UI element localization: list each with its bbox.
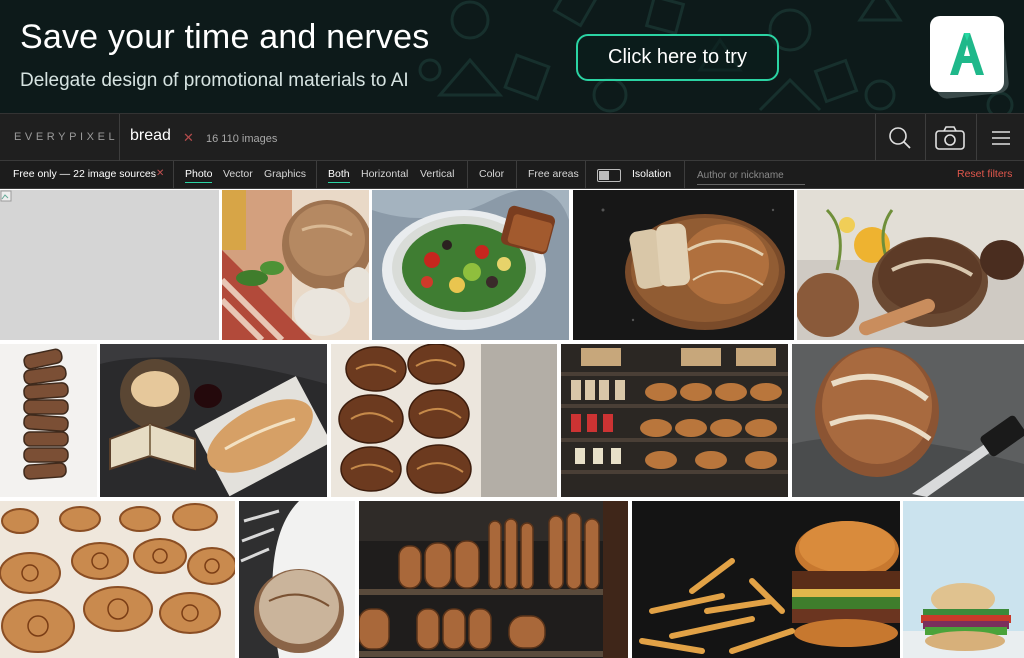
logo-card [930,16,1004,92]
result-image-bakery-shelves[interactable] [561,344,788,497]
top-navigation: EVERYPIXEL bread ✕ 16 110 images [0,113,1024,162]
author-input[interactable] [697,166,805,185]
filter-horizontal[interactable]: Horizontal [361,168,408,180]
app-logo[interactable] [928,14,1010,100]
result-image-salad[interactable] [372,190,569,340]
menu-icon[interactable] [977,114,1024,162]
result-count: 16 110 images [206,133,278,145]
result-image-round-loaf[interactable] [239,501,355,658]
logo-a-icon [950,33,984,75]
result-image-cinnamon-rolls[interactable] [0,501,235,658]
result-image-braided-buns[interactable] [331,344,557,497]
filter-free-areas[interactable]: Free areas [528,168,579,180]
filter-color[interactable]: Color [479,168,504,180]
filter-vector[interactable]: Vector [223,168,253,180]
result-image-sourdough-knife[interactable] [792,344,1024,497]
result-image-burger-fries[interactable] [632,501,900,658]
try-button[interactable]: Click here to try [576,34,779,81]
filter-divider [467,161,468,189]
filter-vertical[interactable]: Vertical [420,168,454,180]
result-image-sandwich[interactable] [903,501,1024,658]
search-icon[interactable] [876,114,924,162]
filter-divider [684,161,685,189]
site-logo[interactable]: EVERYPIXEL [14,131,118,143]
free-only-filter[interactable]: Free only — 22 image sources [13,168,156,180]
result-image-bread-book[interactable] [100,344,327,497]
filter-isolation[interactable]: Isolation [632,168,671,180]
filter-both[interactable]: Both [328,168,350,183]
clear-free-only-icon[interactable]: ✕ [156,168,164,179]
clear-search-icon[interactable]: ✕ [183,130,194,146]
result-image-placeholder[interactable] [0,190,219,340]
filter-graphics[interactable]: Graphics [264,168,306,180]
filter-divider [585,161,586,189]
result-image-sourdough-flowers[interactable] [797,190,1024,340]
search-input[interactable]: bread [130,127,171,145]
reset-filters-link[interactable]: Reset filters [957,168,1012,180]
camera-icon[interactable] [926,114,974,162]
result-image-sliced-rye[interactable] [0,344,97,497]
filter-bar: Free only — 22 image sources ✕ Photo Vec… [0,161,1024,189]
banner-subtitle: Delegate design of promotional materials… [20,70,409,91]
result-image-baguettes[interactable] [359,501,628,658]
isolation-toggle[interactable] [597,169,621,182]
filter-divider [173,161,174,189]
filter-photo[interactable]: Photo [185,168,213,183]
filter-divider [316,161,317,189]
nav-divider [119,114,120,162]
banner-title: Save your time and nerves [20,18,430,56]
broken-image-icon [0,190,12,202]
result-image-sliced-loaf[interactable] [573,190,794,340]
ad-banner[interactable]: Save your time and nerves Delegate desig… [0,0,1024,113]
result-image-rustic-bread[interactable] [222,190,369,340]
filter-divider [516,161,517,189]
